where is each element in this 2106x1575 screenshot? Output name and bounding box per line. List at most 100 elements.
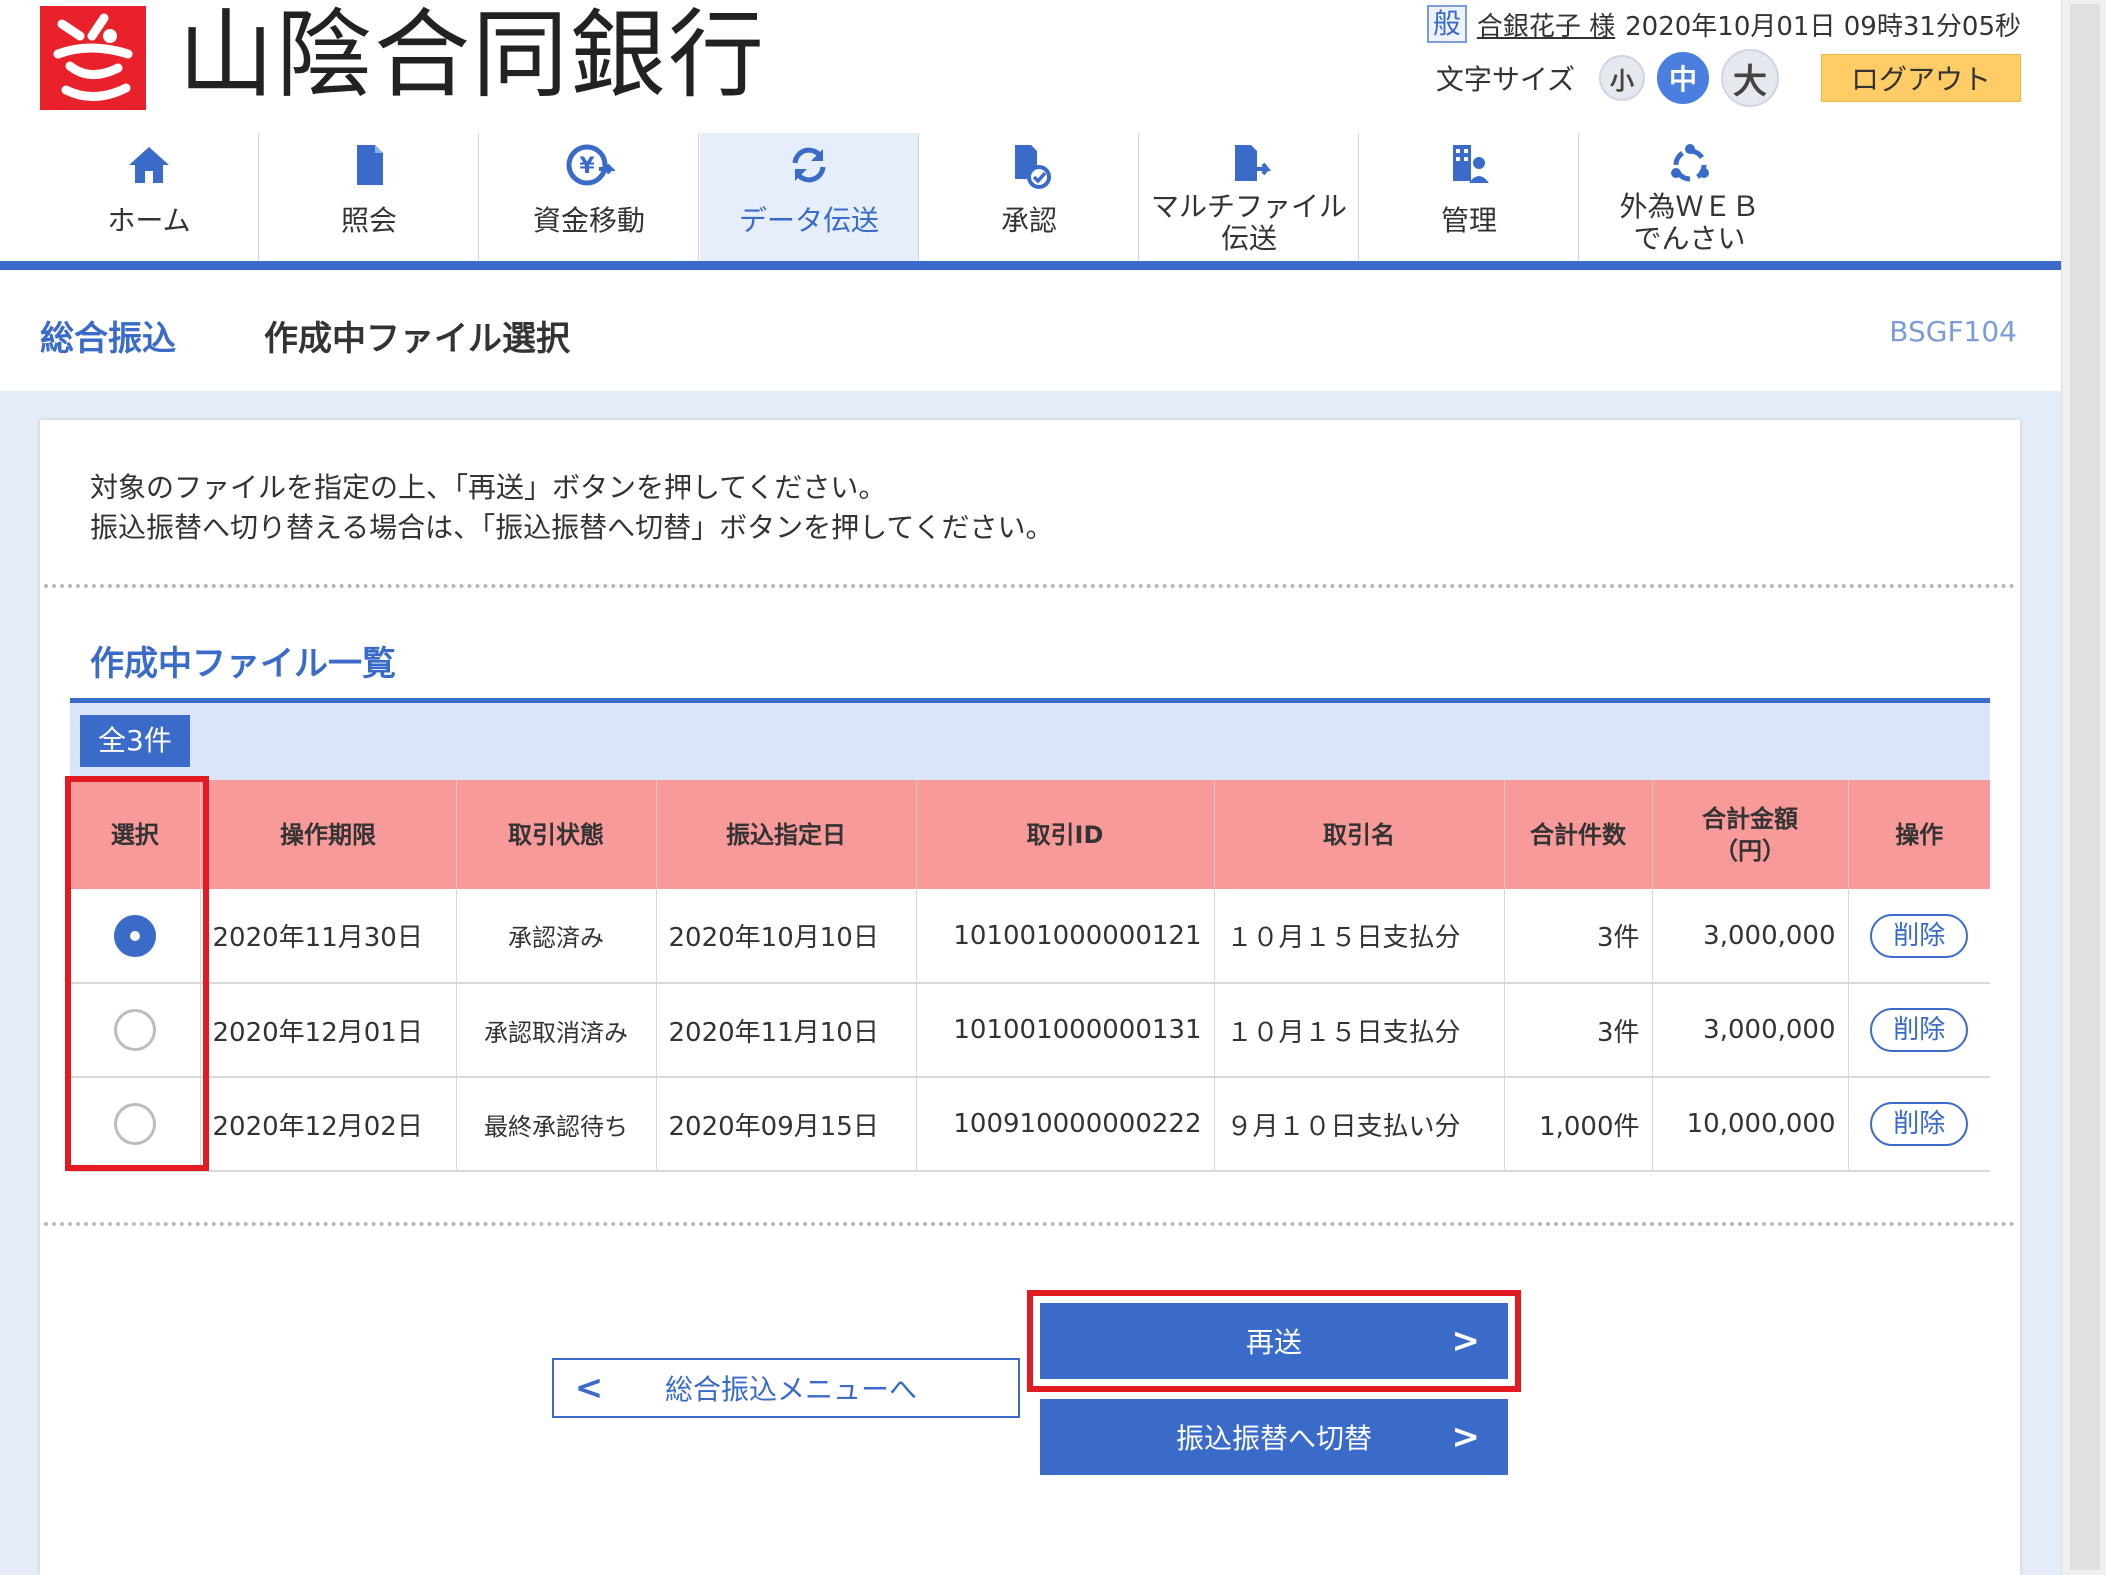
row-trade-name: ９月１０日支払い分 (1214, 1077, 1505, 1172)
divider-top (44, 584, 2016, 588)
instruction-line-2: 振込振替へ切り替える場合は、「振込振替へ切替」ボタンを押してください。 (90, 511, 1054, 544)
row-trade-name: １０月１５日支払分 (1214, 983, 1505, 1078)
back-to-menu-button[interactable]: < 総合振込メニューへ (552, 1358, 1020, 1418)
font-size-small-button[interactable]: 小 (1599, 55, 1645, 101)
logout-button[interactable]: ログアウト (1821, 54, 2021, 102)
row-total-amount: 10,000,000 (1652, 1077, 1849, 1172)
nav-label-multi-file-line2: 伝送 (1220, 222, 1277, 255)
vertical-scrollbar[interactable] (2061, 0, 2106, 1575)
row-operation-cell: 削除 (1848, 889, 1990, 984)
multi-file-icon (1235, 145, 1272, 181)
col-total-amount: 合計金額 （円） (1652, 780, 1849, 889)
nav-item-inquiry[interactable]: 照会 (260, 133, 479, 261)
row-trade-id: 100910000000222 (916, 1077, 1215, 1172)
nav-item-data-transmission[interactable]: データ伝送 (700, 133, 919, 261)
col-transfer-date: 振込指定日 (656, 780, 917, 889)
yen-transfer-icon: ¥ (566, 144, 615, 186)
table-row: 2020年12月01日 承認取消済み 2020年11月10日 101001000… (70, 983, 1990, 1078)
file-table: 選択 操作期限 取引状態 振込指定日 取引ID 取引名 合計件数 合計金額 （円… (70, 780, 1990, 1172)
table-row: 2020年11月30日 承認済み 2020年10月10日 10100100000… (70, 889, 1990, 984)
switch-to-transfer-button[interactable]: 振込振替へ切替 > (1040, 1399, 1508, 1475)
delete-button[interactable]: 削除 (1870, 913, 1969, 958)
row-total-count: 3件 (1504, 889, 1653, 984)
chevron-right-icon: > (1451, 1321, 1481, 1361)
user-name-link[interactable]: 合銀花子 様 (1477, 6, 1615, 43)
row-total-amount: 3,000,000 (1652, 983, 1849, 1078)
instructions: 対象のファイルを指定の上、「再送」ボタンを押してください。 振込振替へ切り替える… (90, 468, 1053, 548)
row-total-count: 3件 (1504, 983, 1653, 1078)
nav-item-forex-web[interactable]: 外為ＷＥＢ でんさい (1580, 133, 1799, 261)
col-deadline: 操作期限 (200, 780, 457, 889)
font-size-large-button[interactable]: 大 (1721, 49, 1779, 107)
page-title: 作成中ファイル選択 (264, 319, 570, 359)
row-deadline: 2020年12月02日 (200, 1077, 457, 1172)
file-list-bar: 全3件 (70, 698, 1990, 780)
row-status: 承認取消済み (456, 983, 657, 1078)
row-operation-cell: 削除 (1848, 983, 1990, 1078)
row-total-count: 1,000件 (1504, 1077, 1653, 1172)
row-trade-id: 101001000000131 (916, 983, 1215, 1078)
back-to-menu-label: 総合振込メニューへ (664, 1373, 917, 1406)
row-trade-name: １０月１５日支払分 (1214, 889, 1505, 984)
row-status: 承認済み (456, 889, 657, 984)
font-size-medium-button[interactable]: 中 (1657, 52, 1709, 104)
row-transfer-date: 2020年11月10日 (656, 983, 917, 1078)
col-operation: 操作 (1848, 780, 1990, 889)
row-transfer-date: 2020年09月15日 (656, 1077, 917, 1172)
nav-label-fund-transfer: 資金移動 (532, 204, 645, 237)
row-select-cell (70, 983, 201, 1078)
delete-button[interactable]: 削除 (1870, 1008, 1969, 1052)
row-transfer-date: 2020年10月10日 (656, 889, 917, 984)
nav-item-home[interactable]: ホーム (40, 133, 259, 261)
main-nav: ホーム 照会 ¥ 資金移動 データ伝送 承認 マルチファイル 伝送 管理 外為Ｗ… (0, 133, 2061, 270)
divider-bottom (44, 1222, 2016, 1226)
document-icon (357, 145, 383, 185)
resend-button[interactable]: 再送 > (1040, 1303, 1508, 1379)
nav-label-inquiry: 照会 (340, 204, 397, 237)
nav-label-multi-file: マルチファイル 伝送 (1140, 191, 1358, 255)
col-select: 選択 (70, 780, 201, 889)
instruction-line-1: 対象のファイルを指定の上、「再送」ボタンを押してください。 (90, 471, 887, 504)
table-row: 2020年12月02日 最終承認待ち 2020年09月15日 100910000… (70, 1077, 1990, 1172)
login-datetime: 2020年10月01日 09時31分05秒 (1625, 11, 2021, 42)
file-list-title: 作成中ファイル一覧 (90, 644, 396, 684)
nav-item-approval[interactable]: 承認 (920, 133, 1139, 261)
row-select-radio[interactable] (113, 914, 156, 957)
svg-text:¥: ¥ (579, 154, 595, 179)
main-card: 対象のファイルを指定の上、「再送」ボタンを押してください。 振込振替へ切り替える… (40, 420, 2020, 1575)
col-total-amount-line1: 合計金額 (1702, 804, 1798, 833)
row-select-radio[interactable] (113, 1103, 156, 1145)
nav-label-approval: 承認 (1000, 204, 1057, 237)
nav-item-fund-transfer[interactable]: ¥ 資金移動 (480, 133, 699, 261)
col-trade-name: 取引名 (1214, 780, 1505, 889)
row-select-cell (70, 1077, 201, 1172)
chevron-right-icon: > (1451, 1417, 1481, 1457)
nav-label-forex-web-line2: でんさい (1633, 222, 1746, 255)
row-select-radio[interactable] (113, 1009, 156, 1051)
nav-label-multi-file-line1: マルチファイル (1150, 190, 1347, 223)
header: 山陰合同銀行 般 合銀花子 様 2020年10月01日 09時31分05秒 文字… (0, 0, 2061, 133)
scrollbar-thumb[interactable] (2070, 4, 2100, 1570)
nav-item-multi-file[interactable]: マルチファイル 伝送 (1140, 133, 1359, 261)
row-total-amount: 3,000,000 (1652, 889, 1849, 984)
sync-icon (792, 147, 826, 183)
nav-label-admin: 管理 (1440, 204, 1497, 237)
col-trade-id: 取引ID (916, 780, 1215, 889)
bank-name: 山陰合同銀行 (178, 0, 766, 111)
nav-label-home: ホーム (107, 204, 191, 237)
col-status: 取引状態 (456, 780, 657, 889)
nav-item-admin[interactable]: 管理 (1360, 133, 1579, 261)
user-type-badge: 般 (1426, 5, 1467, 43)
page: 山陰合同銀行 般 合銀花子 様 2020年10月01日 09時31分05秒 文字… (0, 0, 2061, 1575)
screen-code: BSGF104 (1889, 315, 2017, 348)
approve-icon (1015, 145, 1051, 189)
nav-label-forex-web-line1: 外為ＷＥＢ (1619, 190, 1760, 223)
nav-label-data-transmission: データ伝送 (738, 204, 879, 237)
col-total-amount-line2: （円） (1714, 836, 1786, 865)
forex-icon (1670, 144, 1709, 182)
total-count-badge: 全3件 (80, 715, 190, 767)
row-deadline: 2020年11月30日 (200, 889, 457, 984)
switch-to-transfer-label: 振込振替へ切替 (1175, 1422, 1372, 1455)
delete-button[interactable]: 削除 (1870, 1102, 1969, 1146)
col-total-count: 合計件数 (1504, 780, 1653, 889)
